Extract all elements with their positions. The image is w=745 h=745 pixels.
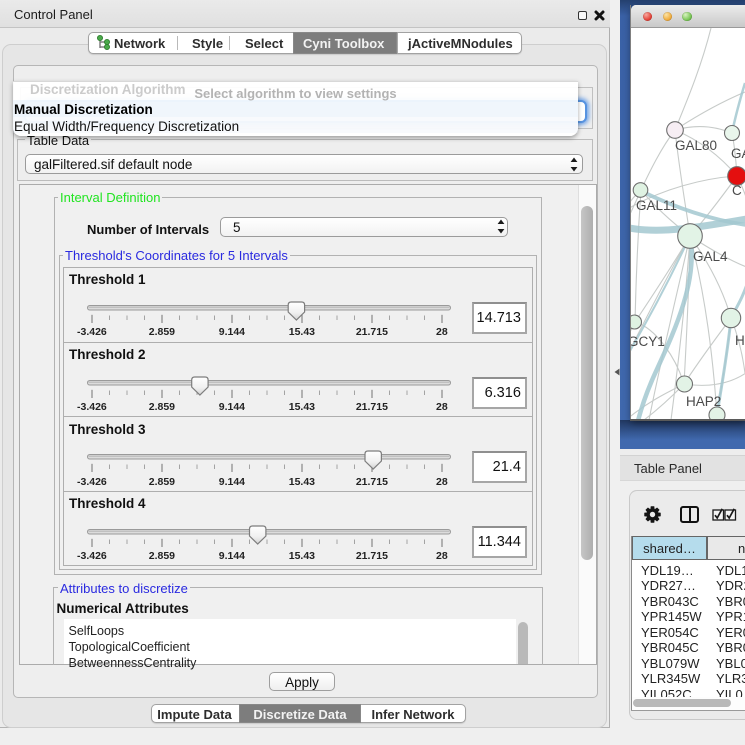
svg-text:H: H — [735, 333, 745, 348]
svg-text:GAL11: GAL11 — [636, 198, 677, 213]
svg-text:HAP2: HAP2 — [686, 394, 721, 409]
svg-text:GAL4: GAL4 — [693, 249, 728, 264]
svg-text:GCY1: GCY1 — [631, 334, 665, 349]
svg-text:GAL80: GAL80 — [675, 138, 717, 153]
svg-text:C: C — [732, 183, 742, 198]
svg-text:GA: GA — [731, 146, 745, 161]
